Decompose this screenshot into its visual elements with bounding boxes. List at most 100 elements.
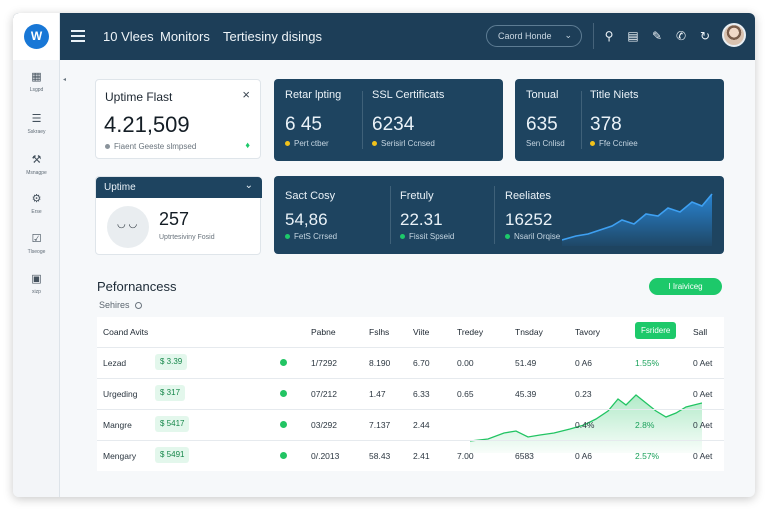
card-note: FetS Crrsed (285, 232, 337, 241)
search-icon[interactable]: ⚲ (601, 28, 617, 44)
divider (581, 91, 582, 149)
card-value: 6234 (372, 114, 415, 135)
column-header[interactable]: Tredey (457, 327, 483, 337)
sidebar-item-3[interactable]: ⚒ Msnagpe (13, 153, 60, 191)
report-icon: ▣ (31, 273, 42, 285)
card-value: 635 (526, 114, 558, 135)
chevron-down-icon[interactable]: ⌄ (245, 180, 253, 191)
column-header[interactable]: Fslhs (369, 327, 389, 337)
breadcrumb-monitors[interactable]: Monitors (160, 29, 210, 44)
column-header[interactable]: Tavory (575, 327, 600, 337)
search-dropdown[interactable]: Caord Honde ⌄ (486, 25, 582, 47)
card-uptime: Uptime ⌄ ◡ ◡ 257 Uptrtesiviny Fosid (95, 176, 262, 255)
table-cell: 1.47 (369, 389, 386, 399)
status-dot (280, 359, 287, 366)
sidebar-item-label: Tlseoge (27, 249, 46, 255)
card-title: Uptime Flast (105, 90, 173, 104)
column-header[interactable]: Viite (413, 327, 429, 337)
table-cell: 0.00 (457, 358, 474, 368)
phone-icon[interactable]: ✆ (673, 28, 689, 44)
sidebar-item-2[interactable]: ☰ Sskraey (13, 112, 60, 150)
close-icon[interactable]: × (242, 87, 250, 102)
card-uptime-flast: Uptime Flast × 4.21,509 Fiaent Geeste sl… (95, 79, 261, 159)
dashboard-icon: ▦ (31, 71, 42, 83)
price-badge: $ 5417 (155, 416, 190, 432)
table-cell: 0 Aet (693, 389, 713, 399)
logo-area: W (13, 13, 60, 60)
sidebar-collapse-icon[interactable]: ◂ (63, 76, 66, 83)
column-header[interactable]: Pabne (311, 327, 336, 337)
table-cell: 6.70 (413, 358, 430, 368)
sidebar-item-6[interactable]: ▣ xizp (13, 272, 60, 310)
info-icon (134, 302, 142, 310)
card-value: 16252 (505, 210, 553, 229)
table-header-row: Coand Avits Pabne Fslhs Viite Tredey Tns… (97, 317, 724, 347)
table-cell: 1/7292 (311, 358, 337, 368)
card-title: Tonual (526, 89, 559, 101)
table-cell: 07/212 (311, 389, 337, 399)
card-title: Retar lpting (285, 89, 342, 101)
card-sact-reeliates: Sact Cosy 54,86 FetS Crrsed Fretuly 22.3… (274, 176, 724, 254)
card-value: 257 (159, 209, 190, 229)
table-cell-percent: 1.55% (635, 358, 660, 368)
table-cell: 0 A6 (575, 358, 593, 368)
table-cell: 0 Aet (693, 358, 713, 368)
sidebar-item-4[interactable]: ⚙ Erse (13, 192, 60, 230)
refresh-icon[interactable]: ↻ (697, 28, 713, 44)
document-icon[interactable]: ▤ (625, 28, 641, 44)
section-subtitle[interactable]: Sehires (99, 300, 142, 310)
table-row[interactable]: Mangre $ 5417 03/292 7.137 2.44 0.4% 2.8… (97, 409, 724, 439)
price-badge: $ 317 (155, 385, 186, 401)
app-logo[interactable]: W (24, 24, 49, 49)
card-note: Sen Cnlisd (526, 139, 565, 148)
sidebar-item-label: Sskraey (27, 129, 46, 135)
column-header[interactable]: Sall (693, 327, 707, 337)
search-dropdown-label: Caord Honde (498, 31, 552, 41)
card-note: Fissit Spseid (400, 232, 454, 241)
table-row[interactable]: Mengary $ 5491 0/.2013 58.43 2.41 7.00 6… (97, 440, 724, 470)
table-cell: 0.23 (575, 389, 592, 399)
table-row[interactable]: Lezad $ 3.39 1/7292 8.190 6.70 0.00 51.4… (97, 347, 724, 377)
card-header: Uptime ⌄ (96, 177, 262, 198)
table-row[interactable]: Urgeding $ 317 07/212 1.47 6.33 0.65 45.… (97, 378, 724, 408)
table-cell: 0 A6 (575, 451, 593, 461)
price-badge: $ 3.39 (155, 354, 188, 370)
status-dot (280, 390, 287, 397)
table-cell: 51.49 (515, 358, 537, 368)
table-cell: 8.190 (369, 358, 391, 368)
table-cell: 7.137 (369, 420, 391, 430)
card-title: Fretuly (400, 190, 434, 202)
card-title: Reeliates (505, 190, 551, 202)
column-header-active[interactable]: Fsridere (635, 322, 677, 339)
divider (362, 91, 363, 149)
sidebar-item-label: Msnagpe (26, 170, 47, 176)
column-header[interactable]: Coand Avits (103, 327, 148, 337)
table-cell: 7.00 (457, 451, 474, 461)
table-cell-percent: 2.57% (635, 451, 660, 461)
table-cell: 0.4% (575, 420, 595, 430)
table-cell-percent: 2.8% (635, 420, 655, 430)
sidebar-item-5[interactable]: ☑ Tlseoge (13, 232, 60, 270)
card-title: SSL Certificats (372, 89, 445, 101)
menu-icon[interactable] (71, 30, 85, 42)
breadcrumb-views[interactable]: 10 Vlees (103, 29, 154, 44)
divider (390, 186, 391, 244)
trend-sparkline (562, 193, 713, 246)
card-value: 4.21,509 (104, 112, 190, 137)
table-cell: 03/292 (311, 420, 337, 430)
table-cell: 0/.2013 (311, 451, 340, 461)
card-note: Uptrtesiviny Fosid (159, 234, 215, 241)
performance-table: Coand Avits Pabne Fslhs Viite Tredey Tns… (97, 317, 724, 471)
table-cell: 2.41 (413, 451, 430, 461)
avatar[interactable] (722, 23, 746, 47)
column-header[interactable]: Tnsday (515, 327, 543, 337)
card-title: Uptime (104, 182, 136, 193)
section-title: Pefornancess (97, 279, 177, 294)
action-button[interactable]: I Iraiviceg (649, 278, 722, 295)
status-icon: ♦ (245, 140, 250, 150)
sidebar-item-1[interactable]: ▦ Lsgpd (13, 70, 60, 108)
card-value: 54,86 (285, 210, 328, 229)
row-name: Mangre (103, 420, 132, 430)
pin-icon[interactable]: ✎ (649, 28, 665, 44)
row-name: Urgeding (103, 389, 138, 399)
